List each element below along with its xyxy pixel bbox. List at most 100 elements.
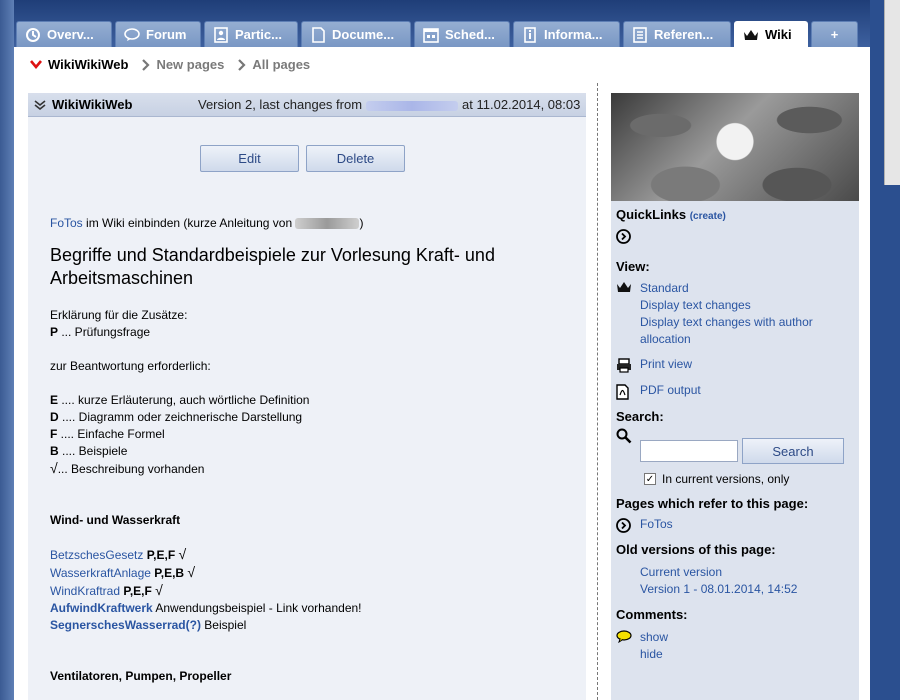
page-header: WikiWikiWeb Version 2, last changes from… bbox=[28, 93, 586, 117]
edit-button[interactable]: Edit bbox=[200, 145, 299, 172]
legend-row: F .... Einfache Formel bbox=[50, 426, 570, 443]
checkmark-icon: √ bbox=[155, 582, 163, 598]
quicklinks-label: QuickLinks bbox=[616, 207, 687, 222]
crumb-current[interactable]: WikiWikiWeb bbox=[30, 57, 128, 72]
entry-link[interactable]: WindKraftrad bbox=[50, 584, 120, 598]
fotos-link[interactable]: FoTos bbox=[50, 216, 83, 230]
entry-row: SegnerschesWasserrad(?) Beispiel bbox=[50, 617, 570, 634]
plus-icon: + bbox=[830, 27, 839, 42]
tab-label: Forum bbox=[146, 27, 187, 42]
pdf-output-link[interactable]: PDF output bbox=[640, 383, 701, 397]
redacted-author bbox=[366, 100, 459, 111]
tab-information[interactable]: Informa... bbox=[513, 21, 620, 47]
show-comments-link[interactable]: show bbox=[640, 629, 668, 646]
tab-references[interactable]: Referen... bbox=[623, 21, 731, 47]
refer-title: Pages which refer to this page: bbox=[616, 496, 809, 511]
old-versions-title: Old versions of this page: bbox=[616, 542, 776, 557]
all-pages-link[interactable]: All pages bbox=[238, 57, 310, 72]
new-pages-link[interactable]: New pages bbox=[142, 57, 224, 72]
view-text-changes-link[interactable]: Display text changes bbox=[640, 297, 854, 314]
hide-comments-link[interactable]: hide bbox=[640, 646, 668, 663]
create-quicklink-link[interactable]: (create) bbox=[690, 211, 726, 222]
current-only-checkbox[interactable]: ✓ bbox=[644, 473, 656, 485]
explain-title: Erklärung für die Zusätze: bbox=[50, 308, 188, 322]
tab-participants[interactable]: Partic... bbox=[204, 21, 298, 47]
legend-row: E .... kurze Erläuterung, auch wörtliche… bbox=[50, 392, 570, 409]
legend-text: ... Prüfungsfrage bbox=[58, 325, 151, 339]
view-standard-link[interactable]: Standard bbox=[640, 280, 854, 297]
sidebar-photo bbox=[611, 93, 859, 201]
crumb-label: New pages bbox=[156, 57, 225, 72]
collapse-icon[interactable] bbox=[34, 99, 46, 111]
refer-row[interactable]: FoTos bbox=[616, 517, 854, 533]
version-1-link[interactable]: Version 1 - 08.01.2014, 14:52 bbox=[640, 581, 854, 598]
view-author-changes-link[interactable]: Display text changes with author allocat… bbox=[640, 314, 854, 348]
tab-overview[interactable]: Overv... bbox=[16, 21, 112, 47]
version-info: Version 2, last changes from at 11.02.201… bbox=[198, 97, 580, 112]
tab-forum[interactable]: Forum bbox=[115, 21, 201, 47]
print-view-link[interactable]: Print view bbox=[640, 357, 692, 371]
tab-label: Informa... bbox=[544, 27, 603, 42]
answer-needed: zur Beantwortung erforderlich: bbox=[50, 359, 211, 373]
page-actions: Edit Delete bbox=[200, 145, 405, 172]
speech-bubble-icon bbox=[124, 27, 140, 43]
entry-link[interactable]: WasserkraftAnlage bbox=[50, 566, 151, 580]
page-title: WikiWikiWeb bbox=[52, 97, 133, 112]
legend-key: D bbox=[50, 410, 59, 424]
entry-row: AufwindKraftwerk Anwendungsbeispiel - Li… bbox=[50, 600, 570, 617]
delete-button[interactable]: Delete bbox=[306, 145, 405, 172]
crumb-label: All pages bbox=[252, 57, 311, 72]
circle-arrow-icon bbox=[616, 517, 640, 533]
comments-title: Comments: bbox=[616, 607, 688, 622]
main-panel: WikiWikiWeb New pages All pages WikiWiki… bbox=[14, 47, 870, 700]
comment-bubble-icon bbox=[616, 629, 640, 643]
pdf-icon bbox=[616, 383, 640, 400]
quicklinks-arrow[interactable] bbox=[616, 229, 854, 247]
wiki-content-area: WikiWikiWeb Version 2, last changes from… bbox=[28, 93, 586, 700]
calendar-icon bbox=[423, 27, 439, 43]
search-button[interactable]: Search bbox=[742, 438, 844, 464]
scrollbar[interactable] bbox=[884, 0, 900, 185]
refer-fotos-link[interactable]: FoTos bbox=[640, 517, 673, 531]
comments-row: show hide bbox=[616, 629, 854, 663]
pdf-output-row[interactable]: PDF output bbox=[616, 383, 854, 400]
entry-row: WindKraftrad P,E,F √ bbox=[50, 582, 570, 600]
entry-tags: P,E,F bbox=[143, 548, 179, 562]
checkmark-icon: √ bbox=[50, 460, 58, 476]
tab-schedule[interactable]: Sched... bbox=[414, 21, 510, 47]
quicklinks-title: QuickLinks (create) bbox=[616, 207, 854, 222]
redacted-name bbox=[295, 218, 360, 230]
wiki-heading: Begriffe und Standardbeispiele zur Vorle… bbox=[50, 245, 495, 288]
entry-link[interactable]: BetzschesGesetz bbox=[50, 548, 143, 562]
entry-text: Anwendungsbeispiel - Link vorhanden! bbox=[152, 601, 362, 615]
current-version-link[interactable]: Current version bbox=[640, 564, 854, 581]
left-frame bbox=[0, 0, 14, 700]
search-row: Search bbox=[616, 428, 854, 464]
tab-label: Wiki bbox=[765, 27, 792, 42]
aufwind-link[interactable]: AufwindKraftwerk bbox=[50, 601, 153, 615]
legend-text: ... Beschreibung vorhanden bbox=[57, 462, 205, 476]
intro-line: FoTos im Wiki einbinden (kurze Anleitung… bbox=[50, 215, 570, 232]
tab-documents[interactable]: Docume... bbox=[301, 21, 411, 47]
legend-key: E bbox=[50, 393, 59, 407]
tab-wiki[interactable]: Wiki bbox=[734, 21, 808, 47]
search-icon bbox=[616, 428, 640, 444]
participants-icon bbox=[213, 26, 229, 43]
comment-toggles: show hide bbox=[640, 629, 668, 663]
current-only-row[interactable]: ✓ In current versions, only bbox=[644, 472, 854, 486]
checkmark-icon: √ bbox=[178, 546, 187, 562]
current-only-label: In current versions, only bbox=[662, 472, 790, 486]
tab-add[interactable]: + bbox=[811, 21, 858, 47]
tab-label: Partic... bbox=[235, 27, 282, 42]
info-icon bbox=[522, 26, 538, 43]
wiki-crown-icon bbox=[616, 280, 640, 293]
search-input[interactable] bbox=[640, 440, 738, 462]
entry-row: WasserkraftAnlage P,E,B √ bbox=[50, 564, 570, 582]
intro-text: im Wiki einbinden (kurze Anleitung von bbox=[82, 216, 296, 230]
wiki-navigation: WikiWikiWeb New pages All pages bbox=[30, 57, 324, 72]
segner-link[interactable]: SegnerschesWasserrad(?) bbox=[50, 618, 201, 632]
crumb-label: WikiWikiWeb bbox=[48, 57, 129, 72]
print-view-row[interactable]: Print view bbox=[616, 357, 854, 373]
view-links: Standard Display text changes Display te… bbox=[640, 280, 854, 348]
search-title: Search: bbox=[616, 409, 664, 424]
